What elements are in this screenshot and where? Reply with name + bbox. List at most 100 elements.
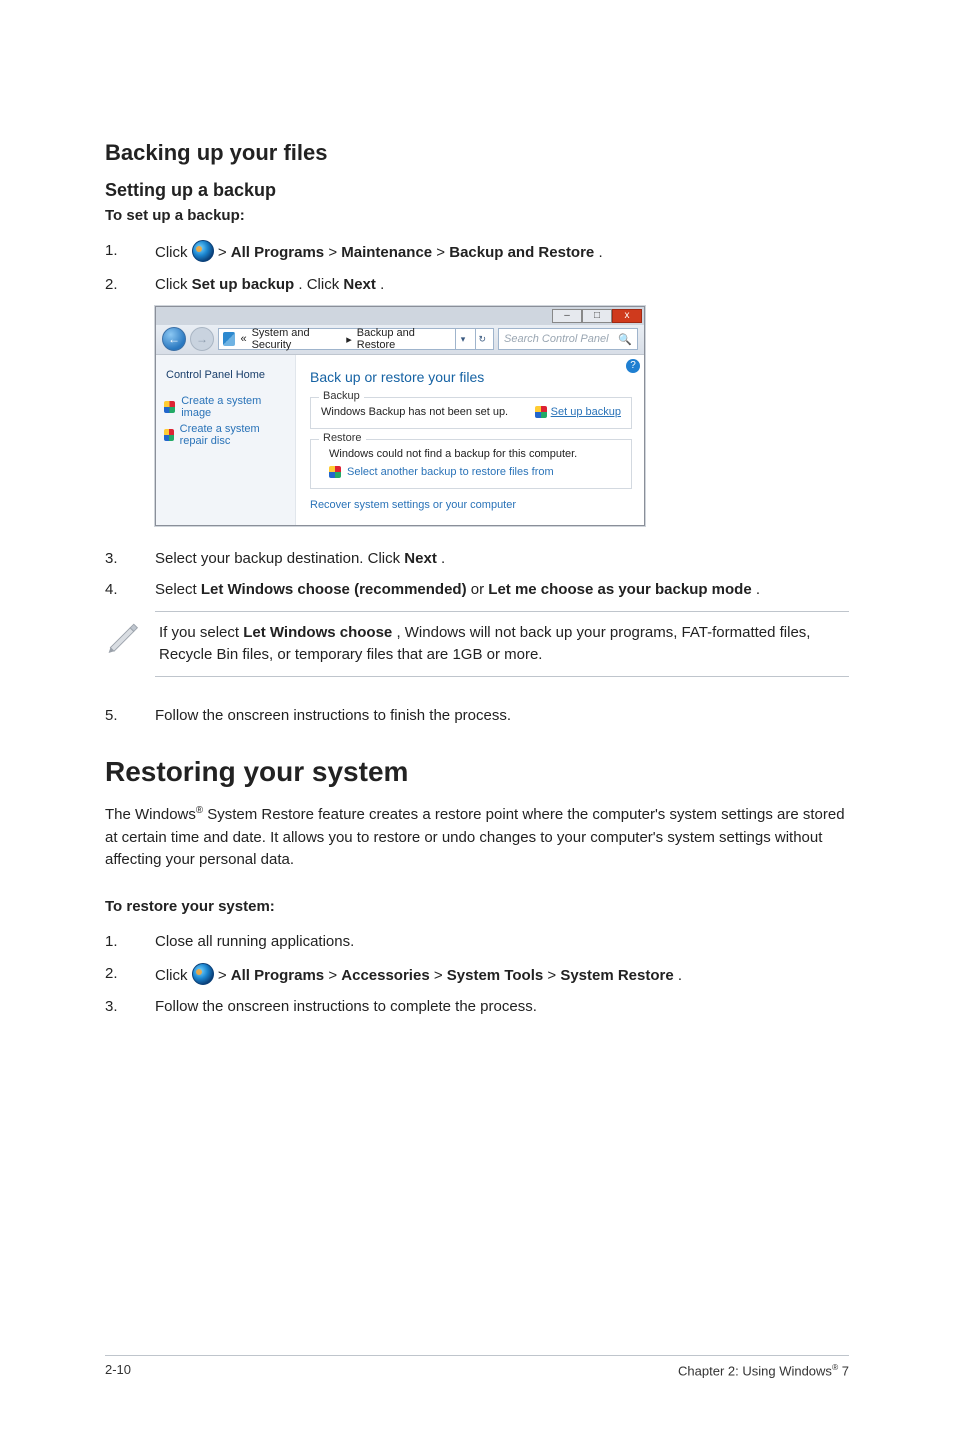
text: or [471,581,489,598]
text: > [328,967,341,984]
step-5: 5. Follow the onscreen instructions to f… [105,705,849,727]
rule [155,676,849,677]
search-input[interactable]: Search Control Panel 🔍 [498,328,638,350]
address-dropdown-icon[interactable]: ▾ [455,329,469,349]
control-panel-icon [223,332,235,346]
link-label: Select another backup to restore files f… [347,466,554,478]
main-panel: Back up or restore your files Backup Win… [296,355,644,525]
backup-group: Backup Windows Backup has not been set u… [310,397,632,429]
window-backup-restore: – □ x ← → « System and Security ▸ Backup… [155,306,645,526]
step-num: 1. [105,240,155,264]
text-bold: System Tools [447,967,543,984]
arrow-left-icon: ← [168,332,180,346]
step-num: 1. [105,931,155,953]
text: > [218,967,231,984]
window-body: ? Control Panel Home Create a system ima… [156,355,644,525]
group-legend: Backup [319,390,364,402]
text: > [328,244,341,261]
text: . [756,581,760,598]
step-2: 2. Click > All Programs > Accessories > … [105,963,849,987]
step-num: 5. [105,705,155,727]
text: System Restore feature creates a restore… [105,806,845,868]
refresh-icon[interactable]: ↻ [475,329,489,349]
text: . [441,550,445,567]
address-bar[interactable]: « System and Security ▸ Backup and Resto… [218,328,494,350]
text: > [434,967,447,984]
step-num: 4. [105,579,155,601]
close-button[interactable]: x [612,309,642,323]
pencil-icon [105,617,141,653]
step-body: Click > All Programs > Maintenance > Bac… [155,240,849,264]
sidebar-create-image[interactable]: Create a system image [164,395,287,419]
arrow-right-icon: → [196,332,208,346]
restore-status-text: Windows could not find a backup for this… [329,448,621,460]
text-bold: All Programs [231,967,324,984]
step-num: 3. [105,996,155,1018]
text: If you select [159,624,243,641]
step-body: Follow the onscreen instructions to fini… [155,705,849,727]
back-button[interactable]: ← [162,327,186,351]
text-bold: Next [343,276,376,293]
forward-button[interactable]: → [190,327,214,351]
text-bold: Let Windows choose (recommended) [201,581,467,598]
text-bold: System Restore [560,967,673,984]
restore-steps: 1. Close all running applications. 2. Cl… [105,931,849,1018]
step-body: Select your backup destination. Click Ne… [155,548,849,570]
select-another-backup-link[interactable]: Select another backup to restore files f… [329,466,621,478]
page-footer: 2-10 Chapter 2: Using Windows® 7 [105,1355,849,1378]
text: Select [155,581,201,598]
shield-icon [164,401,175,413]
restore-group: Restore Windows could not find a backup … [310,439,632,489]
text: > [547,967,560,984]
sidebar-create-repair-disc[interactable]: Create a system repair disc [164,423,287,447]
text-bold: Backup and Restore [449,244,594,261]
subheading-setup: Setting up a backup [105,180,849,201]
breadcrumb-prefix: « [240,333,246,345]
shield-icon [535,406,547,418]
link-label: Create a system image [181,395,287,419]
text-bold: All Programs [231,244,324,261]
page-number: 2-10 [105,1362,131,1378]
breadcrumb-item[interactable]: Backup and Restore [357,327,446,351]
text: Click [155,276,192,293]
step-num: 3. [105,548,155,570]
step-body: Click Set up backup . Click Next . [155,274,849,296]
text: . [380,276,384,293]
text-bold: Accessories [341,967,429,984]
step-3: 3. Select your backup destination. Click… [105,548,849,570]
step-body: Follow the onscreen instructions to comp… [155,996,849,1018]
step-num: 2. [105,274,155,296]
text: . [678,967,682,984]
nav-toolbar: ← → « System and Security ▸ Backup and R… [156,325,644,355]
text-bold: Maintenance [341,244,432,261]
embedded-screenshot: – □ x ← → « System and Security ▸ Backup… [105,306,849,526]
sidebar-home-link[interactable]: Control Panel Home [166,369,287,381]
setup-backup-link[interactable]: Set up backup [535,406,621,418]
shield-icon [329,466,341,478]
breadcrumb-sep: ▸ [346,333,352,346]
text-bold: Let Windows choose [243,624,392,641]
setup-steps-final: 5. Follow the onscreen instructions to f… [105,705,849,727]
section-heading-restore: Restoring your system [105,756,849,788]
section-heading-backup: Backing up your files [105,140,849,166]
step-4: 4. Select Let Windows choose (recommende… [105,579,849,601]
note-body: If you select Let Windows choose , Windo… [155,611,849,677]
text: The Windows [105,806,196,823]
registered-mark: ® [196,805,203,816]
text: Click [155,967,192,984]
step-body: Click > All Programs > Accessories > Sys… [155,963,849,987]
start-orb-icon [192,240,214,262]
note-text: If you select Let Windows choose , Windo… [155,612,849,676]
recover-system-link[interactable]: Recover system settings or your computer [310,499,632,511]
shield-icon [164,429,174,441]
search-placeholder: Search Control Panel [504,333,609,345]
backup-status-text: Windows Backup has not been set up. [321,406,508,418]
step-3: 3. Follow the onscreen instructions to c… [105,996,849,1018]
lead-setup: To set up a backup: [105,207,849,224]
minimize-button[interactable]: – [552,309,582,323]
note-block: If you select Let Windows choose , Windo… [105,611,849,677]
maximize-button[interactable]: □ [582,309,612,323]
breadcrumb-item[interactable]: System and Security [252,327,342,351]
text: > [436,244,449,261]
panel-title: Back up or restore your files [310,369,632,385]
